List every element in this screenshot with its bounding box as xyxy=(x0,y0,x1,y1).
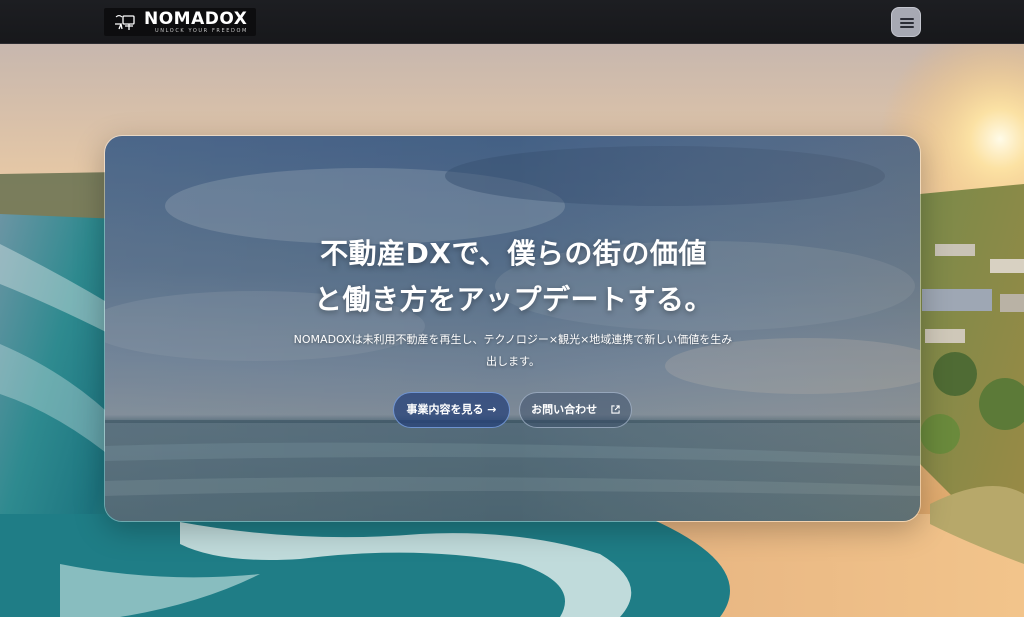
external-link-icon xyxy=(611,405,620,414)
menu-button[interactable] xyxy=(891,7,921,37)
nomadox-logo[interactable]: NOMADOX UNLOCK YOUR FREEDOM xyxy=(104,8,256,36)
headline-line-1: 不動産DXで、僕らの街の価値 xyxy=(320,237,707,270)
hero-description: NOMADOXは未利用不動産を再生し、テクノロジー×観光×地域連携で新しい価値を… xyxy=(283,329,743,373)
hero-card: 不動産DXで、僕らの街の価値 と働き方をアップデートする。 NOMADOXは未利… xyxy=(104,135,921,522)
headline-line-2: と働き方をアップデートする。 xyxy=(313,283,713,316)
nomad-desk-icon xyxy=(115,14,135,30)
view-business-button[interactable]: 事業内容を見る → xyxy=(393,392,510,428)
description-line-1: NOMADOXは未利用不動産を再生し、テクノロジー×観光×地域連携で新しい価値を… xyxy=(293,333,733,346)
hero-headline: 不動産DXで、僕らの街の価値 と働き方をアップデートする。 xyxy=(105,231,920,323)
hero-content: 不動産DXで、僕らの街の価値 と働き方をアップデートする。 NOMADOXは未利… xyxy=(105,136,920,521)
description-line-2: 出します。 xyxy=(486,355,540,368)
top-navigation-bar: NOMADOX UNLOCK YOUR FREEDOM xyxy=(0,0,1024,44)
logo-wordmark: NOMADOX xyxy=(144,9,248,29)
view-business-label: 事業内容を見る → xyxy=(406,403,497,416)
contact-label: お問い合わせ xyxy=(531,403,598,416)
hamburger-icon xyxy=(900,18,914,20)
contact-button[interactable]: お問い合わせ xyxy=(519,392,632,428)
hero-section: 不動産DXで、僕らの街の価値 と働き方をアップデートする。 NOMADOXは未利… xyxy=(0,44,1024,617)
logo-tagline: UNLOCK YOUR FREEDOM xyxy=(155,28,248,34)
